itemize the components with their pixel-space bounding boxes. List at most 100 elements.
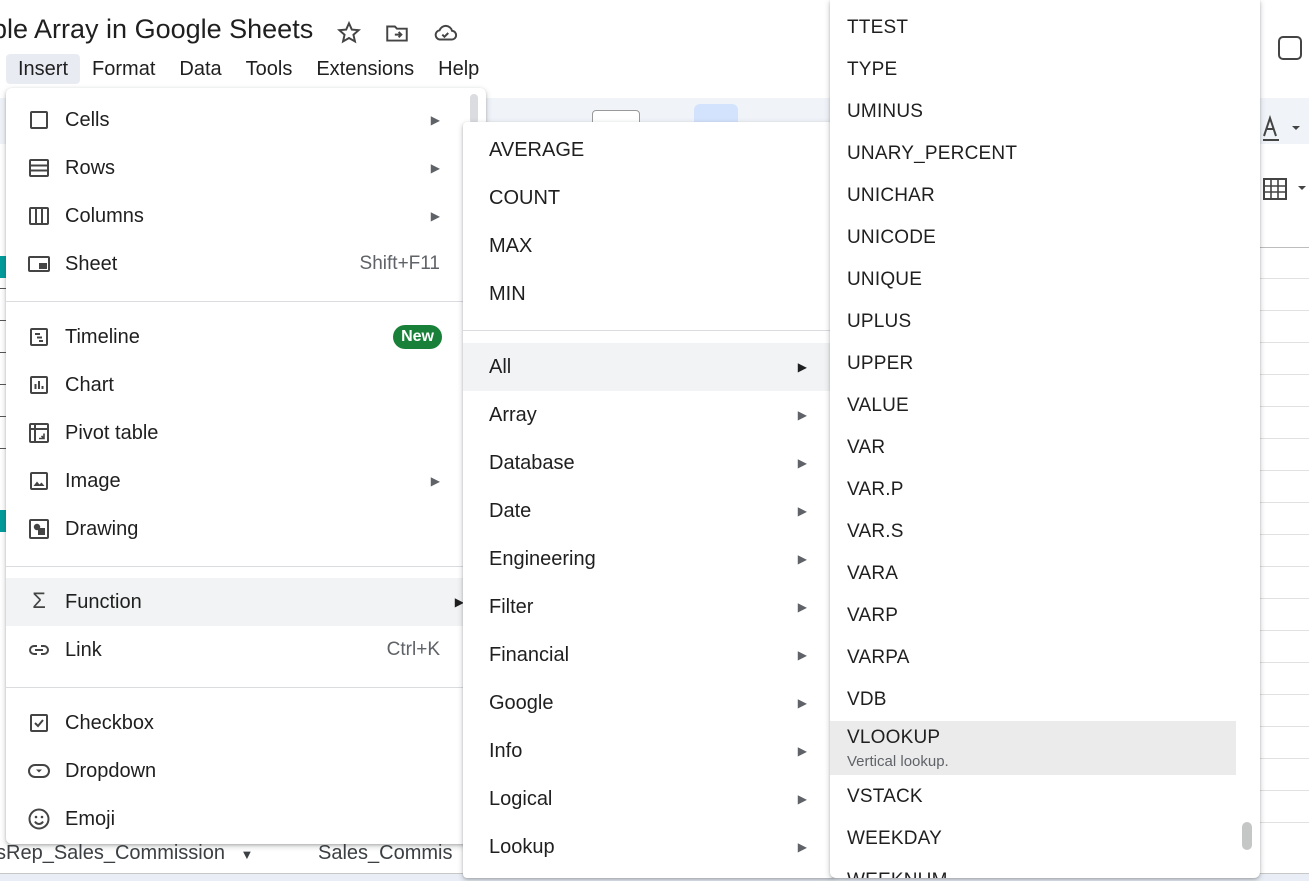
function-item-upper[interactable]: UPPER — [830, 343, 1236, 385]
function-item-ttest[interactable]: TTEST — [830, 7, 1236, 49]
scrollbar[interactable] — [1242, 822, 1252, 850]
function-category-lookup[interactable]: Lookup ▶ — [463, 823, 835, 871]
sheet-tab-sales-commission[interactable]: Sales_Commis — [318, 842, 452, 865]
function-item-weekday[interactable]: WEEKDAY — [830, 818, 1236, 860]
function-description: Vertical lookup. — [847, 753, 949, 770]
sheet-grid[interactable] — [1260, 240, 1309, 840]
submenu-arrow-icon: ▶ — [797, 744, 807, 758]
menu-item-cells[interactable]: Cells ▶ — [6, 96, 486, 144]
function-category-date[interactable]: Date ▶ — [463, 487, 835, 535]
function-item-vdb[interactable]: VDB — [830, 679, 1236, 721]
function-item-unichar[interactable]: UNICHAR — [830, 175, 1236, 217]
table-icon[interactable] — [1262, 176, 1308, 206]
function-item-min[interactable]: MIN — [463, 270, 835, 318]
submenu-arrow-icon: ▶ — [797, 456, 807, 470]
function-item-weeknum[interactable]: WEEKNUM — [830, 860, 1236, 878]
function-category-logical[interactable]: Logical ▶ — [463, 775, 835, 823]
menu-item-dropdown[interactable]: Dropdown — [6, 747, 486, 795]
menu-item-label: Sheet — [65, 252, 118, 275]
menu-item-image[interactable]: Image ▶ — [6, 457, 486, 505]
menu-item-sheet[interactable]: Sheet Shift+F11 — [6, 240, 486, 288]
menu-item-emoji[interactable]: Emoji — [6, 795, 486, 843]
menu-insert[interactable]: Insert — [6, 54, 81, 84]
text-color-icon[interactable] — [1262, 114, 1308, 144]
menu-separator — [6, 301, 486, 302]
function-item-var-s[interactable]: VAR.S — [830, 511, 1236, 553]
function-item-varp[interactable]: VARP — [830, 595, 1236, 637]
menu-extensions[interactable]: Extensions — [304, 54, 426, 84]
submenu-arrow-icon: ▶ — [797, 696, 807, 710]
function-item-average[interactable]: AVERAGE — [463, 126, 835, 174]
function-item-unicode[interactable]: UNICODE — [830, 217, 1236, 259]
menu-item-pivot-table[interactable]: Pivot table — [6, 409, 486, 457]
submenu-arrow-icon: ▶ — [430, 113, 440, 127]
function-category-google[interactable]: Google ▶ — [463, 679, 835, 727]
function-item-var[interactable]: VAR — [830, 427, 1236, 469]
drawing-icon — [29, 519, 49, 539]
columns-icon — [29, 207, 49, 225]
shortcut-label: Shift+F11 — [359, 253, 440, 274]
function-item-uminus[interactable]: UMINUS — [830, 91, 1236, 133]
function-item-uplus[interactable]: UPLUS — [830, 301, 1236, 343]
submenu-arrow-icon: ▶ — [430, 161, 440, 175]
sheet-icon — [28, 256, 50, 272]
function-item-var-p[interactable]: VAR.P — [830, 469, 1236, 511]
menu-item-label: Chart — [65, 373, 114, 396]
menu-item-drawing[interactable]: Drawing — [6, 505, 486, 553]
function-category-database[interactable]: Database ▶ — [463, 439, 835, 487]
all-functions-submenu: TTEST TYPE UMINUS UNARY_PERCENT UNICHAR … — [830, 0, 1260, 878]
menu-item-label: Function — [65, 590, 142, 613]
menu-item-rows[interactable]: Rows ▶ — [6, 144, 486, 192]
function-item-vstack[interactable]: VSTACK — [830, 776, 1236, 818]
function-item-value[interactable]: VALUE — [830, 385, 1236, 427]
timeline-icon — [30, 328, 48, 346]
menu-format[interactable]: Format — [80, 54, 167, 84]
function-item-type[interactable]: TYPE — [830, 49, 1236, 91]
submenu-arrow-icon: ▶ — [797, 360, 807, 374]
move-folder-icon[interactable] — [384, 20, 410, 46]
function-item-max[interactable]: MAX — [463, 222, 835, 270]
menu-item-function[interactable]: Σ Function ▶ — [6, 578, 486, 626]
function-category-all[interactable]: All ▶ — [463, 343, 835, 391]
submenu-arrow-icon: ▶ — [797, 792, 807, 806]
menu-item-chart[interactable]: Chart — [6, 361, 486, 409]
menu-tools[interactable]: Tools — [234, 54, 305, 84]
star-icon[interactable] — [336, 20, 362, 46]
menu-item-timeline[interactable]: Timeline New — [6, 313, 486, 361]
menu-item-label: Timeline — [65, 325, 140, 348]
function-item-unary-percent[interactable]: UNARY_PERCENT — [830, 133, 1236, 175]
chevron-down-icon[interactable]: ▼ — [241, 847, 254, 862]
menu-item-label: Pivot table — [65, 421, 159, 444]
menu-item-label: Columns — [65, 204, 144, 227]
menu-separator — [6, 687, 486, 688]
cells-icon — [30, 111, 48, 129]
submenu-arrow-icon: ▶ — [797, 504, 807, 518]
submenu-arrow-icon: ▶ — [797, 840, 807, 854]
function-submenu: AVERAGE COUNT MAX MIN All ▶ Array ▶ Databa… — [463, 122, 835, 878]
menu-data[interactable]: Data — [167, 54, 233, 84]
document-title[interactable]: ple Array in Google Sheets — [0, 14, 313, 45]
function-category-filter[interactable]: Filter ▶ — [463, 583, 835, 631]
menu-item-link[interactable]: Link Ctrl+K — [6, 626, 486, 674]
function-item-vlookup[interactable]: VLOOKUP Vertical lookup. — [830, 721, 1236, 775]
chart-icon — [30, 376, 48, 394]
shortcut-label: Ctrl+K — [386, 639, 440, 660]
sheet-tab-salesrep[interactable]: sRep_Sales_Commission ▼ — [0, 842, 253, 865]
function-category-info[interactable]: Info ▶ — [463, 727, 835, 775]
menu-item-checkbox[interactable]: Checkbox — [6, 699, 486, 747]
menu-help[interactable]: Help — [426, 54, 491, 84]
function-item-vara[interactable]: VARA — [830, 553, 1236, 595]
menu-item-label: Drawing — [65, 517, 139, 540]
function-item-unique[interactable]: UNIQUE — [830, 259, 1236, 301]
function-category-engineering[interactable]: Engineering ▶ — [463, 535, 835, 583]
menu-item-label: Checkbox — [65, 711, 154, 734]
function-category-array[interactable]: Array ▶ — [463, 391, 835, 439]
function-item-varpa[interactable]: VARPA — [830, 637, 1236, 679]
function-item-count[interactable]: COUNT — [463, 174, 835, 222]
menu-separator — [6, 566, 486, 567]
submenu-arrow-icon: ▶ — [797, 408, 807, 422]
function-category-financial[interactable]: Financial ▶ — [463, 631, 835, 679]
meet-icon[interactable] — [1262, 34, 1302, 64]
cloud-saved-icon[interactable] — [432, 20, 458, 46]
menu-item-columns[interactable]: Columns ▶ — [6, 192, 486, 240]
